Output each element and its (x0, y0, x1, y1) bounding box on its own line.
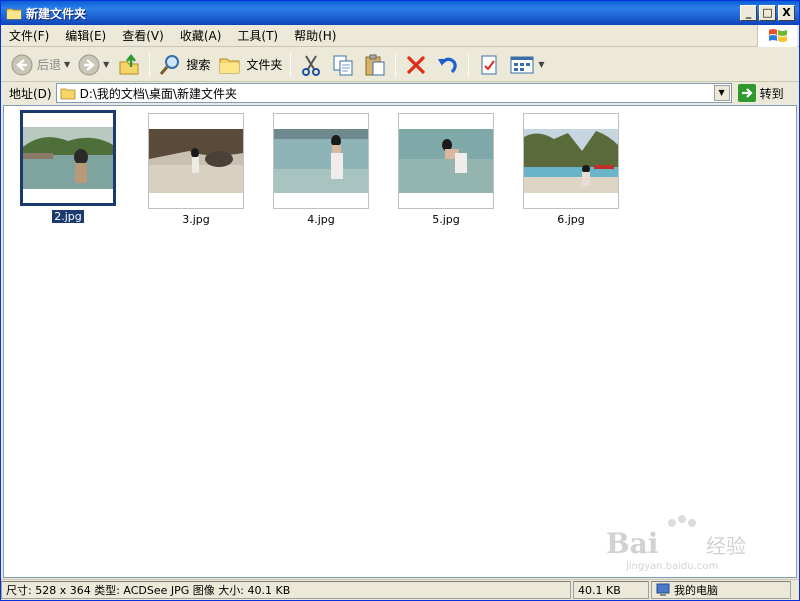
address-dropdown-button[interactable]: ▼ (713, 85, 730, 101)
delete-button[interactable] (400, 51, 432, 79)
go-label: 转到 (759, 86, 784, 101)
beach-photo-image (524, 129, 618, 193)
toolbar: 后退 ▼ ▼ 搜索 文件夹 ▼ (1, 48, 799, 82)
folder-icon (60, 88, 76, 100)
beach-photo-image (149, 129, 243, 193)
folders-button[interactable]: 文件夹 (214, 51, 286, 79)
status-info-text: 尺寸: 528 x 364 类型: ACDSee JPG 图像 大小: 40.1… (6, 584, 291, 597)
close-button[interactable]: X (778, 5, 795, 21)
copy-icon (333, 55, 353, 75)
file-name: 3.jpg (182, 213, 210, 226)
toolbar-divider (290, 52, 292, 77)
file-name: 5.jpg (432, 213, 460, 226)
properties-icon (481, 55, 497, 74)
thumbnail-frame (148, 113, 244, 209)
folders-label: 文件夹 (246, 58, 283, 72)
svg-text:经验: 经验 (706, 534, 746, 558)
chevron-down-icon[interactable]: ▼ (103, 60, 109, 69)
menu-favorites[interactable]: 收藏(A) (172, 27, 230, 44)
forward-arrow-icon (78, 54, 100, 75)
svg-text:Bai: Bai (606, 527, 658, 560)
file-thumbnail[interactable]: 4.jpg (269, 113, 373, 226)
address-bar: 地址(D) D:\我的文档\桌面\新建文件夹 ▼ 转到 (1, 82, 799, 104)
file-name: 6.jpg (557, 213, 585, 226)
windows-logo-icon (757, 25, 797, 47)
search-label: 搜索 (186, 58, 211, 72)
chevron-down-icon[interactable]: ▼ (64, 60, 70, 69)
minimize-button[interactable]: _ (740, 5, 757, 21)
menu-help[interactable]: 帮助(H) (286, 27, 344, 44)
file-name: 4.jpg (307, 213, 335, 226)
back-button[interactable]: 后退 ▼ (7, 51, 74, 79)
properties-button[interactable] (473, 51, 505, 79)
undo-button[interactable] (432, 51, 464, 79)
go-button[interactable]: 转到 (737, 84, 784, 102)
file-view[interactable]: 2.jpg 3.jpg 4.jpg 5.jpg 6.jpg Bai 经验 jin… (3, 105, 797, 578)
views-button[interactable]: ▼ (505, 51, 548, 79)
thumbnail-frame (273, 113, 369, 209)
file-thumbnail[interactable]: 5.jpg (394, 113, 498, 226)
status-size-text: 40.1 KB (578, 583, 621, 597)
status-location-text: 我的电脑 (674, 584, 718, 597)
menu-view[interactable]: 查看(V) (114, 27, 172, 44)
beach-photo-image (274, 129, 368, 193)
thumbnail-frame (20, 110, 116, 206)
file-thumbnail[interactable]: 2.jpg (16, 110, 120, 224)
menu-bar: 文件(F) 编辑(E) 查看(V) 收藏(A) 工具(T) 帮助(H) (1, 25, 799, 47)
go-arrow-icon (737, 84, 756, 102)
toolbar-divider (395, 52, 397, 77)
menu-edit[interactable]: 编辑(E) (57, 27, 114, 44)
menu-file[interactable]: 文件(F) (1, 27, 57, 44)
file-thumbnail[interactable]: 6.jpg (519, 113, 623, 226)
explorer-window: 新建文件夹 _ □ X 文件(F) 编辑(E) 查看(V) 收藏(A) 工具(T… (0, 0, 800, 601)
status-bar: 尺寸: 528 x 364 类型: ACDSee JPG 图像 大小: 40.1… (1, 579, 799, 600)
svg-text:jingyan.baidu.com: jingyan.baidu.com (625, 561, 718, 572)
chevron-down-icon[interactable]: ▼ (538, 60, 544, 69)
search-icon (160, 54, 180, 75)
beach-photo-image (399, 129, 493, 193)
computer-icon (656, 583, 670, 596)
address-path: D:\我的文档\桌面\新建文件夹 (79, 86, 238, 101)
title-bar[interactable]: 新建文件夹 _ □ X (1, 1, 799, 25)
status-size: 40.1 KB (573, 581, 649, 599)
undo-icon (438, 57, 458, 73)
delete-x-icon (407, 55, 426, 74)
watermark-logo: Bai 经验 jingyan.baidu.com (606, 513, 756, 573)
search-button[interactable]: 搜索 (154, 51, 214, 79)
thumbnail-frame (398, 113, 494, 209)
toolbar-divider (149, 52, 151, 77)
views-icon (510, 56, 534, 73)
status-location: 我的电脑 (651, 581, 791, 599)
thumbnail-frame (523, 113, 619, 209)
folder-icon (219, 58, 240, 73)
back-arrow-icon (11, 54, 33, 75)
back-label: 后退 (37, 58, 62, 72)
folder-icon (6, 8, 22, 20)
address-label: 地址(D) (9, 86, 52, 101)
file-name: 2.jpg (51, 209, 85, 224)
file-thumbnail[interactable]: 3.jpg (144, 113, 248, 226)
up-folder-icon (119, 53, 139, 74)
scissors-icon (302, 54, 321, 76)
paste-button[interactable] (359, 51, 391, 79)
up-folder-button[interactable] (113, 51, 145, 79)
window-title: 新建文件夹 (26, 6, 87, 21)
beach-photo-image (23, 127, 113, 189)
copy-button[interactable] (327, 51, 359, 79)
forward-button[interactable]: ▼ (74, 51, 113, 79)
maximize-button[interactable]: □ (759, 5, 776, 21)
toolbar-divider (468, 52, 470, 77)
status-info: 尺寸: 528 x 364 类型: ACDSee JPG 图像 大小: 40.1… (1, 581, 571, 599)
menu-tools[interactable]: 工具(T) (229, 27, 286, 44)
paste-icon (365, 54, 385, 75)
address-input[interactable]: D:\我的文档\桌面\新建文件夹 ▼ (55, 83, 732, 103)
cut-button[interactable] (295, 51, 327, 79)
